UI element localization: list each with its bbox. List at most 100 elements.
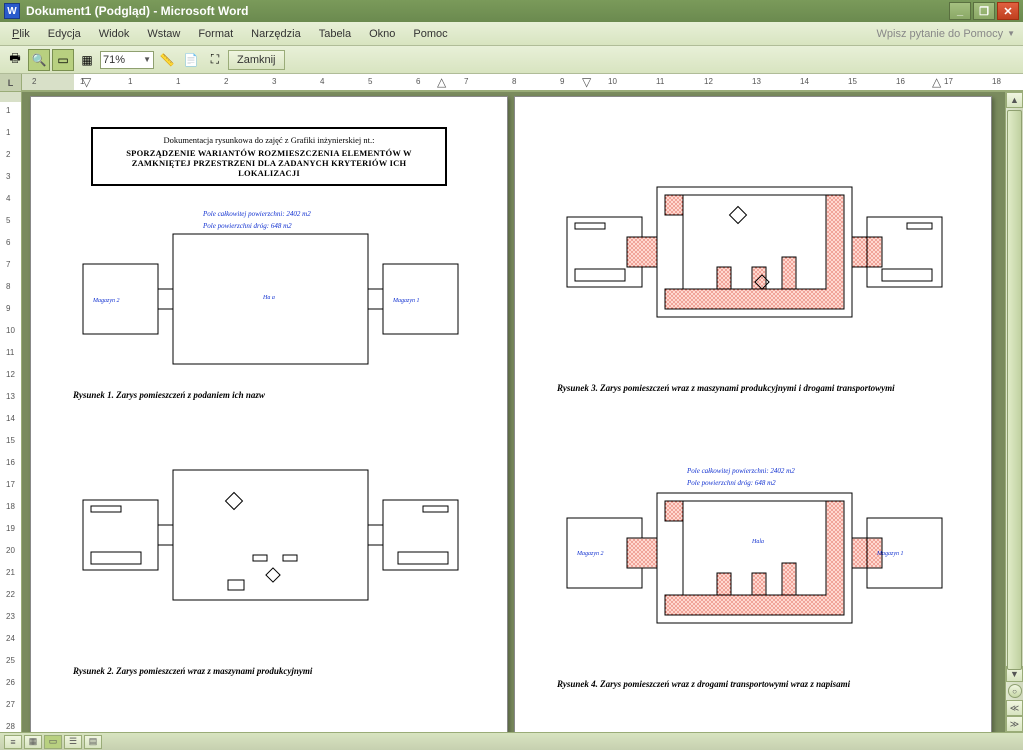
scroll-thumb[interactable] [1007,110,1022,670]
ruler-tick: 5 [368,77,372,86]
ruler-tick: 12 [704,77,713,86]
indent-marker[interactable]: △ [437,75,446,89]
ruler-row: L ▽ △ ▽ △ 211123456789101112131415161718 [0,74,1023,92]
menu-narzedzia[interactable]: Narzędzia [243,26,309,42]
window-title: Dokument1 (Podgląd) - Microsoft Word [26,4,943,18]
ruler-tick: 2 [6,150,10,159]
vertical-scrollbar[interactable]: ▲ ▼ ○ ≪ ≫ [1005,92,1023,732]
ruler-tick: 15 [848,77,857,86]
ruler-tick: 21 [6,568,15,577]
ruler-tick: 6 [416,77,420,86]
diagram-1: Pole całkowitej powierzchni: 2402 m2 Pol… [73,204,467,374]
multi-page-button[interactable]: ▦ [76,49,98,71]
header-box: Dokumentacja rysunkowa do zajęć z Grafik… [91,127,447,186]
toolbar: 🖶 🔍 ▭ ▦ 71% ▼ 📏 📄 ⛶ Zamknij [0,46,1023,74]
mag1-label: Magazyn 1 [392,298,420,304]
maximize-button[interactable]: ❐ [973,2,995,20]
hala-label: Hala [751,539,764,545]
ruler-tick: 10 [6,326,15,335]
diagram-3 [557,177,951,367]
mag2-label: Magazyn 2 [92,298,120,304]
ruler-tick: 15 [6,436,15,445]
menu-okno[interactable]: Okno [361,26,403,42]
ruler-tick: 25 [6,656,15,665]
ruler-button[interactable]: 📏 [156,49,178,71]
zoom-select[interactable]: 71% ▼ [100,51,154,69]
close-preview-button[interactable]: Zamknij [228,50,285,70]
chevron-down-icon: ▼ [143,55,151,64]
ruler-tick: 8 [6,282,10,291]
ruler-tick: 28 [6,722,15,731]
browse-object-button[interactable]: ○ [1008,684,1022,698]
one-page-button[interactable]: ▭ [52,49,74,71]
header-line3: ZAMKNIĘTEJ PRZESTRZENI DLA ZADANYCH KRYT… [101,158,437,178]
menu-plik[interactable]: Plik [4,26,38,42]
ruler-tick: 1 [176,77,180,86]
view-normal-button[interactable]: ≡ [4,735,22,749]
prev-page-button[interactable]: ≪ [1006,700,1023,716]
menu-edycja[interactable]: Edycja [40,26,89,42]
ruler-tick: 6 [6,238,10,247]
ruler-tick: 2 [224,77,228,86]
ruler-tick: 13 [752,77,761,86]
close-window-button[interactable]: ✕ [997,2,1019,20]
ruler-tick: 4 [320,77,324,86]
ruler-tick: 27 [6,700,15,709]
ruler-tick: 3 [6,172,10,181]
minimize-button[interactable]: _ [949,2,971,20]
vertical-ruler[interactable]: 1123456789101112131415161718192021222324… [0,92,22,732]
diagram-4: Pole całkowitej powierzchni: 2402 m2 Pol… [557,463,951,663]
ruler-tick: 16 [6,458,15,467]
ruler-tick: 7 [6,260,10,269]
indent-marker[interactable]: ▽ [582,75,591,89]
header-line1: Dokumentacja rysunkowa do zajęć z Grafik… [101,135,437,145]
menu-tabela[interactable]: Tabela [311,26,359,42]
ruler-tick: 20 [6,546,15,555]
titlebar: W Dokument1 (Podgląd) - Microsoft Word _… [0,0,1023,22]
menubar: Plik Edycja Widok Wstaw Format Narzędzia… [0,22,1023,46]
header-line2: SPORZĄDZENIE WARIANTÓW ROZMIESZCZENIA EL… [101,148,437,158]
ruler-tick: 12 [6,370,15,379]
ruler-tick: 5 [6,216,10,225]
zoom-value: 71% [103,54,125,66]
ruler-tick: 18 [992,77,1001,86]
help-search[interactable]: Wpisz pytanie do Pomocy ▼ [873,27,1019,41]
scroll-track[interactable] [1006,108,1023,666]
ruler-tick: 7 [464,77,468,86]
view-reading-button[interactable]: ▤ [84,735,102,749]
ruler-tick: 18 [6,502,15,511]
shrink-button[interactable]: 📄 [180,49,202,71]
area-road-label: Pole powierzchni dróg: 648 m2 [202,222,292,230]
menu-format[interactable]: Format [190,26,241,42]
print-button[interactable]: 🖶 [4,49,26,71]
ruler-tick: 8 [512,77,516,86]
horizontal-ruler[interactable]: ▽ △ ▽ △ 211123456789101112131415161718 [22,74,1023,91]
ruler-corner[interactable]: L [0,74,22,91]
view-web-button[interactable]: ▦ [24,735,42,749]
mag2-label: Magazyn 2 [576,551,604,557]
ruler-tick: 19 [6,524,15,533]
indent-marker[interactable]: △ [932,75,941,89]
ruler-tick: 22 [6,590,15,599]
ruler-tick: 1 [80,77,84,86]
hala-label: Ha a [262,295,275,301]
ruler-tick: 14 [800,77,809,86]
menu-widok[interactable]: Widok [91,26,138,42]
scroll-up-button[interactable]: ▲ [1006,92,1023,108]
fullscreen-button[interactable]: ⛶ [204,49,226,71]
ruler-tick: 23 [6,612,15,621]
view-outline-button[interactable]: ☰ [64,735,82,749]
menu-wstaw[interactable]: Wstaw [139,26,188,42]
view-print-button[interactable]: ▭ [44,735,62,749]
menu-pomoc[interactable]: Pomoc [405,26,455,42]
ruler-tick: 16 [896,77,905,86]
next-page-button[interactable]: ≫ [1006,716,1023,732]
caption-4: Rysunek 4. Zarys pomieszczeń wraz z drog… [557,679,949,689]
ruler-tick: 4 [6,194,10,203]
ruler-tick: 24 [6,634,15,643]
ruler-tick: 2 [32,77,36,86]
caption-3: Rysunek 3. Zarys pomieszczeń wraz z masz… [557,383,949,393]
magnify-button[interactable]: 🔍 [28,49,50,71]
ruler-tick: 26 [6,678,15,687]
pages-container: Dokumentacja rysunkowa do zajęć z Grafik… [22,92,1005,732]
